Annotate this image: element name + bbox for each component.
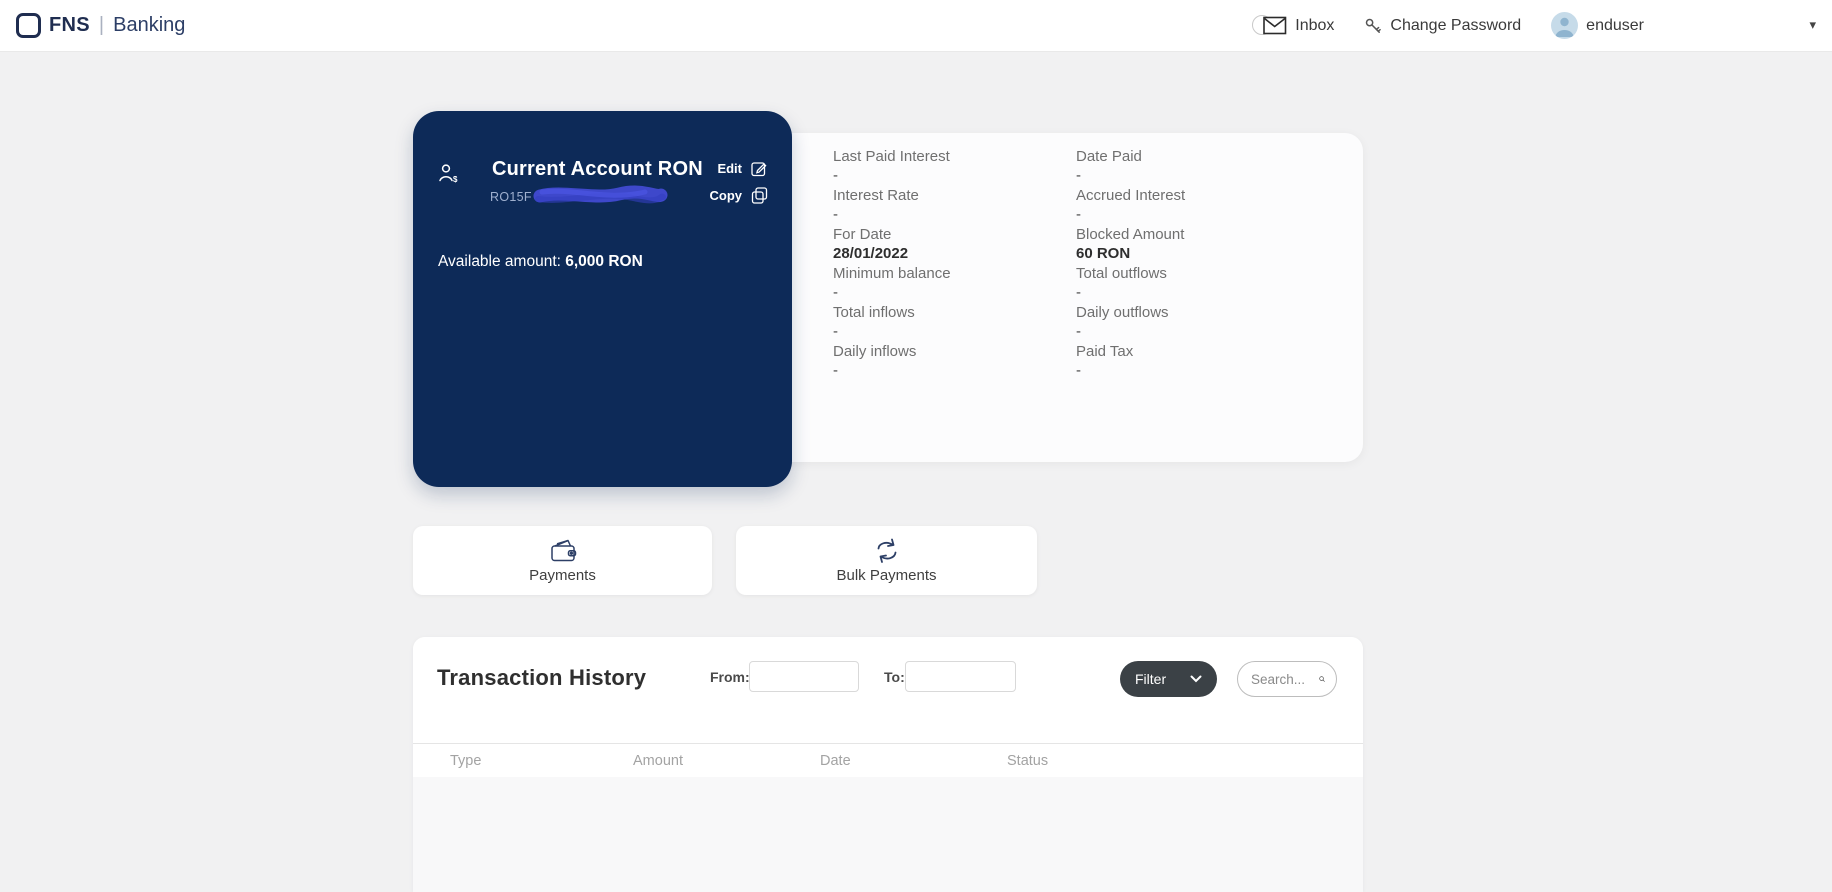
avatar (1551, 12, 1579, 39)
from-date-input[interactable] (749, 661, 859, 692)
available-amount-label: Available amount: (438, 253, 561, 270)
detail-cell: Interest Rate - (833, 186, 1076, 225)
copy-icon (751, 187, 768, 204)
iban-prefix: RO15F (490, 190, 532, 204)
detail-label: Minimum balance (833, 265, 951, 282)
account-title: Current Account RON (492, 158, 703, 180)
wallet-icon (550, 539, 576, 561)
edit-account-button[interactable]: Edit (717, 160, 768, 177)
column-date: Date (820, 752, 851, 769)
detail-cell: Daily outflows - (1076, 303, 1336, 342)
column-status: Status (1007, 752, 1049, 769)
brand-divider: | (98, 14, 105, 36)
transaction-history-title: Transaction History (437, 665, 647, 690)
copy-label: Copy (709, 188, 743, 203)
chevron-down-icon (1190, 675, 1202, 683)
account-iban: RO15F (490, 185, 668, 207)
detail-value: - (833, 323, 838, 340)
transaction-table-header: Type Amount Date Status (413, 743, 1363, 777)
detail-label: Paid Tax (1076, 343, 1134, 360)
detail-cell: Paid Tax - (1076, 342, 1336, 381)
envelope-icon (1263, 16, 1287, 34)
to-date-input[interactable] (905, 661, 1016, 692)
detail-value: - (1076, 362, 1081, 379)
top-navbar: FNS | Banking Inbox Change Password endu… (0, 0, 1832, 52)
inbox-icon (1252, 14, 1287, 38)
detail-value: 28/01/2022 (833, 245, 909, 262)
iban-redaction-scribble (533, 185, 668, 204)
detail-value: - (1076, 323, 1081, 340)
detail-cell: Total outflows - (1076, 264, 1336, 303)
detail-value: - (1076, 167, 1081, 184)
search-box[interactable] (1237, 661, 1337, 697)
transfer-arrows-icon (877, 538, 896, 563)
account-card: $ Current Account RON RO15F Edit Copy Av… (413, 111, 792, 487)
transaction-history-toolbar: Transaction History From: To: Filter (413, 637, 1363, 743)
navbar-actions: Inbox Change Password enduser (1252, 12, 1816, 39)
detail-cell: Accrued Interest - (1076, 186, 1336, 225)
edit-pencil-icon (751, 162, 767, 177)
detail-label: Interest Rate (833, 187, 919, 204)
username: enduser (1586, 16, 1644, 34)
available-amount: Available amount: 6,000 RON (438, 253, 643, 271)
payments-label: Payments (529, 566, 596, 584)
inbox-label: Inbox (1295, 16, 1335, 34)
detail-label: Date Paid (1076, 148, 1142, 165)
filter-dropdown-button[interactable]: Filter (1120, 661, 1217, 697)
available-amount-value: 6,000 RON (565, 253, 643, 270)
key-icon (1366, 18, 1382, 33)
detail-label: Daily inflows (833, 343, 917, 360)
detail-value: 60 RON (1076, 245, 1131, 262)
person-icon (1555, 17, 1574, 37)
detail-cell: Date Paid - (1076, 147, 1336, 186)
change-password-label: Change Password (1390, 16, 1522, 34)
detail-label: Daily outflows (1076, 304, 1169, 321)
svg-text:$: $ (453, 175, 458, 184)
brand-suffix: Banking (113, 14, 186, 36)
column-type: Type (450, 752, 482, 769)
change-password-button[interactable]: Change Password (1364, 17, 1521, 35)
detail-value: - (833, 284, 838, 301)
detail-cell: Minimum balance - (833, 264, 1076, 303)
from-date-label: From: (710, 669, 750, 685)
copy-iban-button[interactable]: Copy (710, 187, 769, 204)
navbar-dropdown-caret[interactable]: ▾ (1809, 17, 1816, 33)
transaction-table-body (413, 777, 1363, 892)
payments-card[interactable]: Payments (413, 526, 712, 595)
account-details-grid: Last Paid Interest - Date Paid - Interes… (833, 147, 1336, 381)
search-icon (1319, 676, 1325, 682)
brand-name: FNS (49, 14, 90, 36)
detail-label: Total outflows (1076, 265, 1167, 282)
inbox-button[interactable]: Inbox (1252, 14, 1334, 38)
transaction-history-section: Transaction History From: To: Filter Ty (413, 637, 1363, 892)
user-menu[interactable]: enduser (1551, 12, 1644, 39)
detail-cell: Blocked Amount 60 RON (1076, 225, 1336, 264)
brand-logo-icon (16, 13, 41, 38)
edit-label: Edit (717, 161, 742, 176)
detail-cell: Total inflows - (833, 303, 1076, 342)
detail-value: - (833, 206, 838, 223)
column-amount: Amount (633, 752, 683, 769)
bulk-payments-card[interactable]: Bulk Payments (736, 526, 1037, 595)
detail-label: For Date (833, 226, 892, 243)
bulk-payments-label: Bulk Payments (836, 566, 937, 584)
detail-label: Accrued Interest (1076, 187, 1186, 204)
detail-cell: Daily inflows - (833, 342, 1076, 381)
brand-logo[interactable]: FNS | Banking (16, 13, 185, 38)
detail-value: - (833, 167, 838, 184)
account-holder-icon: $ (439, 164, 458, 184)
to-date-label: To: (884, 669, 905, 685)
filter-label: Filter (1135, 671, 1167, 687)
detail-value: - (1076, 284, 1081, 301)
detail-label: Total inflows (833, 304, 915, 321)
search-input[interactable] (1249, 670, 1315, 688)
detail-label: Blocked Amount (1076, 226, 1185, 243)
detail-value: - (1076, 206, 1081, 223)
detail-label: Last Paid Interest (833, 148, 950, 165)
detail-value: - (833, 362, 838, 379)
detail-cell: For Date 28/01/2022 (833, 225, 1076, 264)
detail-cell: Last Paid Interest - (833, 147, 1076, 186)
page: FNS | Banking Inbox Change Password endu… (0, 0, 1832, 892)
